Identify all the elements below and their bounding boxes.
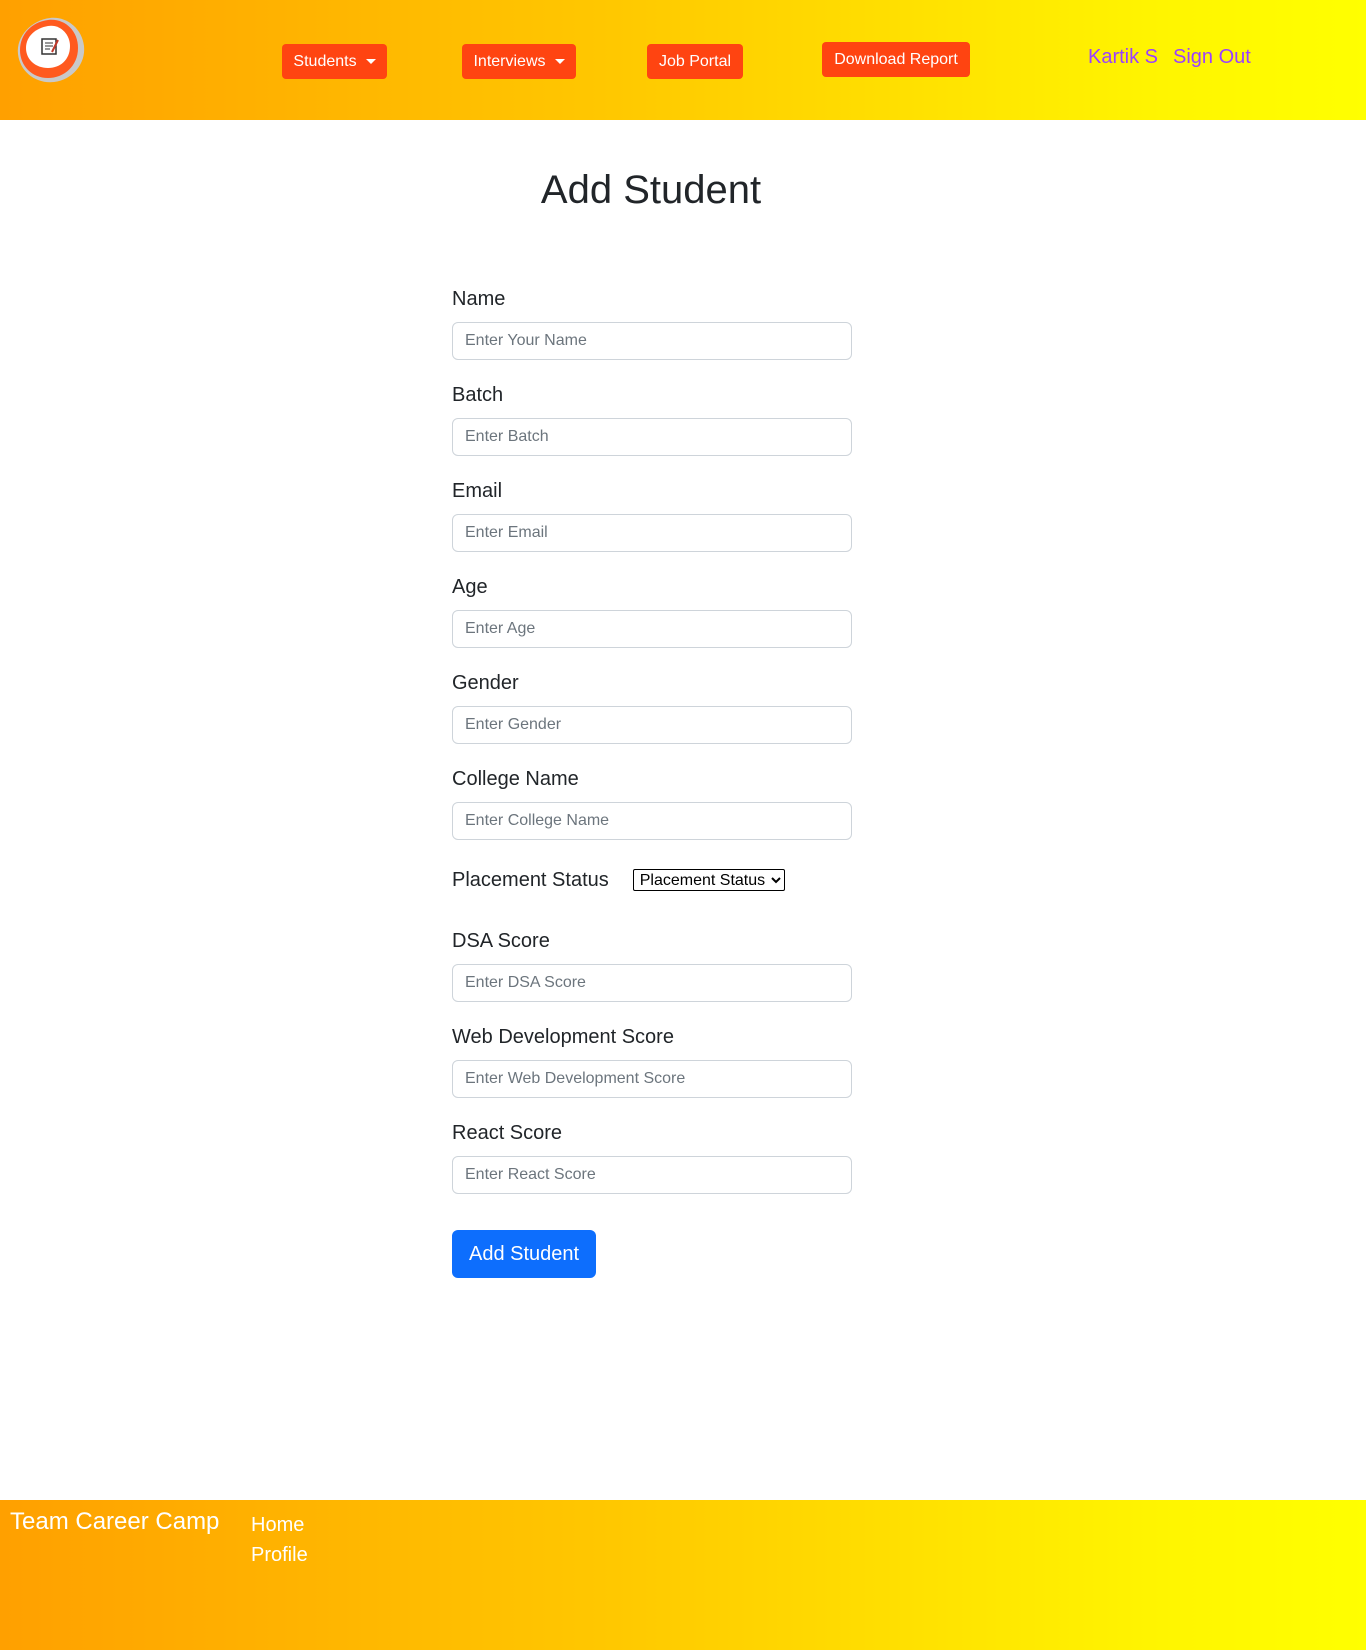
college-group: College Name [452, 764, 852, 840]
webdev-score-input[interactable] [452, 1060, 852, 1098]
gender-input[interactable] [452, 706, 852, 744]
react-group: React Score [452, 1118, 852, 1194]
batch-group: Batch [452, 380, 852, 456]
footer: Team Career Camp Home Profile [0, 1500, 1366, 1650]
students-dropdown[interactable]: Students [282, 44, 387, 79]
webdev-group: Web Development Score [452, 1022, 852, 1098]
add-student-button[interactable]: Add Student [452, 1230, 597, 1278]
gender-label: Gender [452, 672, 519, 694]
email-label: Email [452, 480, 503, 502]
user-name-link[interactable]: Kartik S [1088, 46, 1158, 69]
students-label: Students [293, 52, 357, 70]
placement-status-select[interactable]: Placement Status [632, 869, 785, 891]
interviews-label: Interviews [473, 52, 546, 70]
chevron-down-icon [365, 59, 376, 64]
page-title: Add Student [540, 168, 762, 212]
download-report-button[interactable]: Download Report [822, 42, 970, 77]
chevron-down-icon [554, 59, 565, 64]
placement-status-label: Placement Status [452, 868, 609, 891]
email-group: Email [452, 476, 852, 552]
dsa-group: DSA Score [452, 926, 852, 1002]
age-label: Age [452, 576, 488, 598]
college-label: College Name [452, 768, 579, 790]
footer-brand: Team Career Camp [10, 1508, 220, 1535]
app-logo[interactable] [14, 14, 86, 86]
react-score-input[interactable] [452, 1156, 852, 1194]
logo-icon [17, 17, 85, 83]
top-navbar: Students Interviews Job Portal Download … [0, 0, 1366, 120]
download-report-label: Download Report [834, 50, 958, 68]
batch-label: Batch [452, 384, 504, 406]
name-group: Name [452, 284, 852, 360]
footer-links: Home Profile [251, 1510, 308, 1570]
dsa-label: DSA Score [452, 930, 550, 952]
dsa-score-input[interactable] [452, 964, 852, 1002]
name-label: Name [452, 288, 506, 310]
add-student-form: Name Batch Email Age Gender College Name… [452, 284, 852, 1278]
job-portal-button[interactable]: Job Portal [647, 44, 743, 79]
name-input[interactable] [452, 322, 852, 360]
age-group: Age [452, 572, 852, 648]
college-input[interactable] [452, 802, 852, 840]
webdev-label: Web Development Score [452, 1026, 674, 1048]
age-input[interactable] [452, 610, 852, 648]
sign-out-link[interactable]: Sign Out [1173, 46, 1251, 69]
react-label: React Score [452, 1122, 563, 1144]
interviews-dropdown[interactable]: Interviews [462, 44, 576, 79]
batch-input[interactable] [452, 418, 852, 456]
footer-home-link[interactable]: Home [251, 1510, 308, 1540]
placement-status-group: Placement Status Placement Status [452, 860, 852, 900]
email-input[interactable] [452, 514, 852, 552]
gender-group: Gender [452, 668, 852, 744]
job-portal-label: Job Portal [658, 52, 732, 70]
footer-profile-link[interactable]: Profile [251, 1540, 308, 1570]
